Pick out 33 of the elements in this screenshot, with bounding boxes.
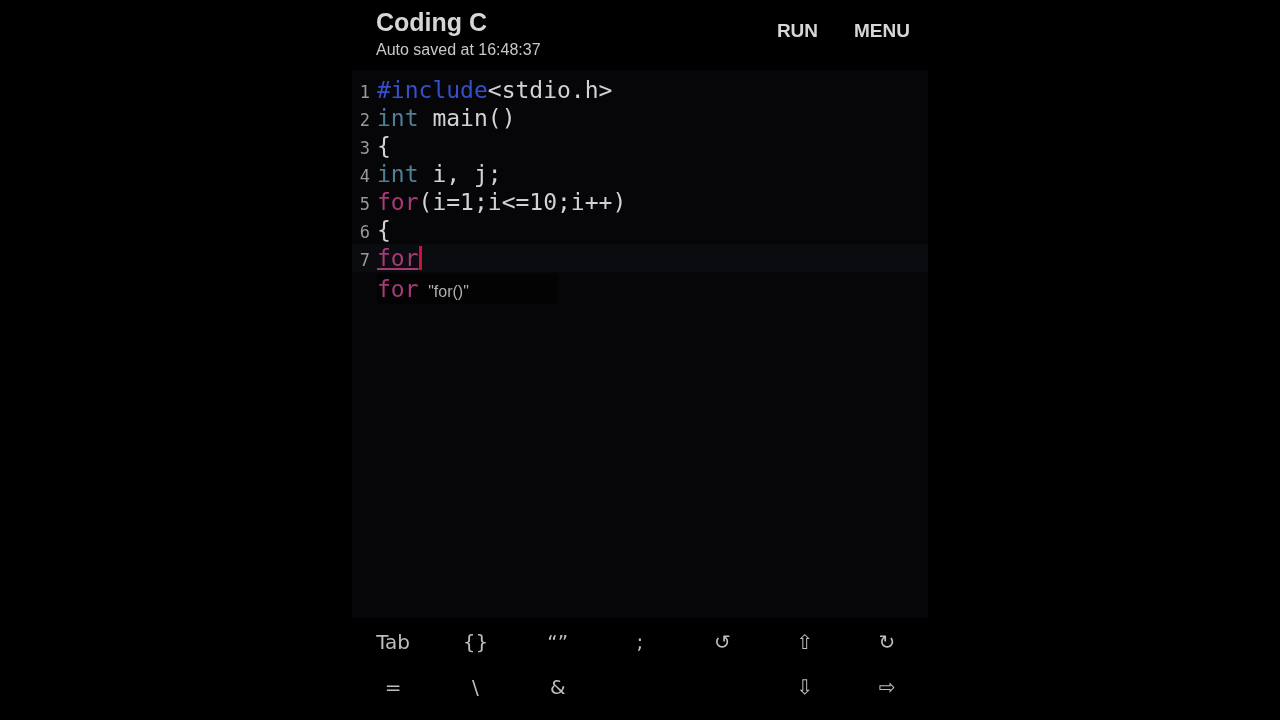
key-button[interactable]: Tab (376, 630, 411, 654)
action-button[interactable]: RUN (776, 19, 819, 43)
key-button[interactable]: \ (472, 675, 479, 699)
key-button[interactable]: “” (547, 630, 569, 654)
action-button[interactable]: MENU (854, 19, 910, 43)
line-number: 6 (358, 221, 370, 244)
code-line: int main() (377, 104, 516, 132)
code-editor[interactable]: 1 #include<stdio.h> 2 int main() 3 { 4 int i, j; 5 for(i=1;i<=10;i++) 6 { 7 for for "for()" (352, 70, 928, 618)
app-title: Coding C (376, 7, 489, 37)
autosave-status: Auto saved at 16:48:37 (376, 40, 541, 60)
autocomplete-suggestion[interactable]: for "for()" (377, 274, 557, 304)
line-number: 1 (358, 81, 370, 104)
key-button[interactable]: & (549, 675, 566, 699)
key-button[interactable]: ; (636, 630, 644, 654)
key-button[interactable]: {} (462, 630, 489, 654)
code-line: for (377, 244, 419, 272)
text-cursor (418, 246, 422, 270)
line-number: 3 (358, 137, 370, 160)
key-button[interactable]: ↺ (713, 630, 731, 654)
code-line: #include<stdio.h> (377, 76, 613, 104)
line-number: 7 (358, 249, 370, 272)
key-button[interactable]: ↻ (878, 630, 896, 654)
code-line: { (377, 216, 391, 244)
line-number: 4 (358, 165, 370, 188)
key-button[interactable]: = (384, 675, 402, 699)
code-line: for(i=1;i<=10;i++) (377, 188, 627, 216)
line-number: 2 (358, 109, 370, 132)
line-number: 5 (358, 193, 370, 216)
key-button[interactable]: ⇨ (878, 675, 896, 699)
key-button[interactable]: ⇩ (796, 675, 813, 699)
key-button[interactable]: ⇧ (796, 630, 813, 654)
code-line: { (377, 132, 391, 160)
code-line: int i, j; (377, 160, 502, 188)
